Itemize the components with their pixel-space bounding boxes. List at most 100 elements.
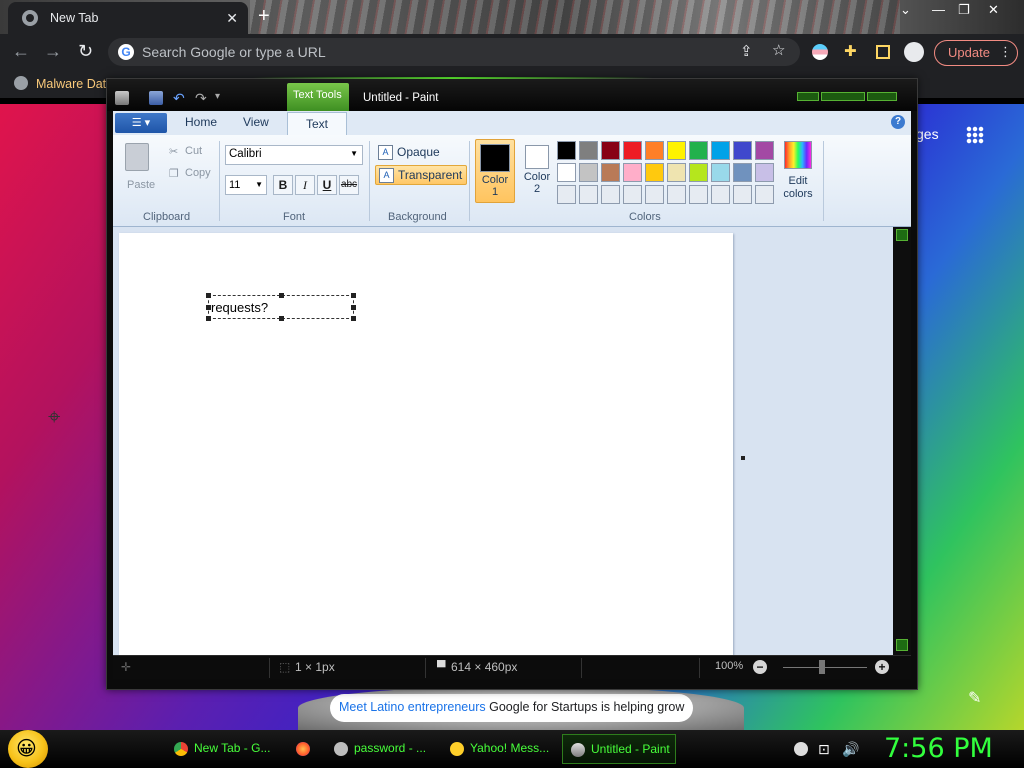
tab-home[interactable]: Home	[185, 115, 217, 129]
color1-button[interactable]: Color 1	[475, 139, 515, 203]
palette-swatch[interactable]	[579, 185, 598, 204]
palette-swatch[interactable]	[733, 185, 752, 204]
palette-swatch[interactable]	[711, 163, 730, 182]
clipboard-icon[interactable]	[125, 143, 149, 171]
promo-banner[interactable]: Meet Latino entrepreneurs Google for Sta…	[330, 694, 694, 722]
strikethrough-button[interactable]: abc	[339, 175, 359, 195]
side-panel-icon[interactable]	[876, 45, 890, 59]
palette-swatch[interactable]	[711, 185, 730, 204]
taskbar-item-password[interactable]: password - ...	[326, 734, 436, 764]
canvas-resize-handle[interactable]	[741, 456, 745, 460]
maximize-button[interactable]: ❐	[958, 2, 970, 18]
tab-new-tab[interactable]: New Tab ✕	[8, 2, 248, 34]
palette-swatch[interactable]	[623, 185, 642, 204]
minimize-button[interactable]: —	[932, 2, 945, 17]
palette-swatch[interactable]	[557, 163, 576, 182]
file-menu-button[interactable]: ☰ ▾	[115, 113, 167, 133]
italic-button[interactable]: I	[295, 175, 315, 195]
close-window-button[interactable]: ✕	[988, 2, 999, 18]
copy-button[interactable]: Copy	[185, 167, 211, 179]
palette-swatch[interactable]	[645, 163, 664, 182]
undo-icon[interactable]: ↶	[173, 90, 187, 106]
palette-swatch[interactable]	[623, 163, 642, 182]
customize-qat-icon[interactable]: ▾	[215, 91, 229, 105]
paste-button[interactable]: Paste	[127, 179, 155, 191]
palette-swatch[interactable]	[689, 141, 708, 160]
color2-button[interactable]: Color 2	[517, 139, 557, 203]
transparent-option[interactable]: A Transparent	[375, 165, 468, 185]
underline-button[interactable]: U	[317, 175, 337, 195]
palette-swatch[interactable]	[667, 163, 686, 182]
palette-swatch[interactable]	[733, 163, 752, 182]
resize-handle[interactable]	[351, 305, 356, 310]
promo-link[interactable]: Meet Latino entrepreneurs	[339, 700, 486, 714]
scroll-down-button[interactable]	[896, 639, 908, 651]
font-family-select[interactable]: Calibri ▼	[225, 145, 363, 165]
taskbar-item-paint[interactable]: Untitled - Paint	[562, 734, 676, 764]
taskbar-item-chrome[interactable]: New Tab - G...	[166, 734, 276, 764]
font-size-select[interactable]: 11 ▼	[225, 175, 267, 195]
palette-swatch[interactable]	[711, 141, 730, 160]
palette-swatch[interactable]	[645, 141, 664, 160]
palette-swatch[interactable]	[557, 141, 576, 160]
close-button[interactable]	[867, 92, 897, 101]
share-icon[interactable]: ⇪	[740, 44, 753, 59]
bold-button[interactable]: B	[273, 175, 293, 195]
taskbar-item-firefox[interactable]	[288, 734, 320, 764]
google-apps-icon[interactable]	[966, 126, 984, 144]
bookmark-item[interactable]: Malware Dat	[14, 76, 106, 91]
resize-handle[interactable]	[279, 293, 284, 298]
reload-icon[interactable]: ↻	[78, 42, 93, 60]
palette-swatch[interactable]	[579, 163, 598, 182]
resize-handle[interactable]	[206, 316, 211, 321]
palette-swatch[interactable]	[645, 185, 664, 204]
tray-minus-icon[interactable]	[794, 742, 808, 756]
resize-handle[interactable]	[351, 316, 356, 321]
palette-swatch[interactable]	[601, 163, 620, 182]
palette-swatch[interactable]	[689, 185, 708, 204]
palette-swatch[interactable]	[579, 141, 598, 160]
palette-swatch[interactable]	[755, 185, 774, 204]
images-link[interactable]: ges	[916, 126, 939, 142]
paint-app-icon[interactable]	[115, 91, 129, 105]
palette-swatch[interactable]	[755, 163, 774, 182]
palette-swatch[interactable]	[601, 141, 620, 160]
palette-swatch[interactable]	[667, 185, 686, 204]
volume-icon[interactable]: 🔊	[842, 742, 859, 756]
palette-swatch[interactable]	[623, 141, 642, 160]
zoom-slider-track[interactable]	[783, 667, 867, 668]
scroll-up-button[interactable]	[896, 229, 908, 241]
palette-swatch[interactable]	[667, 141, 686, 160]
zoom-in-button[interactable]: +	[875, 660, 889, 674]
tab-text[interactable]: Text	[287, 112, 347, 136]
clock[interactable]: 7:56 PM	[884, 733, 993, 764]
minimize-button[interactable]	[797, 92, 819, 101]
tab-search-icon[interactable]: ⌄	[900, 2, 911, 18]
opaque-option[interactable]: A Opaque	[375, 143, 444, 163]
drawing-canvas[interactable]: requests?	[119, 233, 733, 655]
palette-swatch[interactable]	[689, 163, 708, 182]
resize-handle[interactable]	[206, 293, 211, 298]
more-menu-icon[interactable]: ⋮	[999, 44, 1012, 60]
resize-handle[interactable]	[351, 293, 356, 298]
save-icon[interactable]	[149, 91, 163, 105]
palette-swatch[interactable]	[755, 141, 774, 160]
avatar[interactable]	[904, 42, 924, 62]
text-edit-box[interactable]: requests?	[206, 293, 356, 321]
palette-swatch[interactable]	[557, 185, 576, 204]
new-tab-button[interactable]: +	[258, 6, 270, 26]
tab-close-icon[interactable]: ✕	[226, 10, 238, 27]
help-icon[interactable]: ?	[891, 115, 905, 129]
palette-swatch[interactable]	[601, 185, 620, 204]
profile-extension-icon[interactable]	[812, 44, 828, 60]
resize-handle[interactable]	[279, 316, 284, 321]
zoom-slider-thumb[interactable]	[819, 660, 825, 674]
redo-icon[interactable]: ↷	[195, 90, 209, 106]
palette-swatch[interactable]	[733, 141, 752, 160]
customize-pencil-icon[interactable]: ✎	[968, 688, 981, 708]
address-bar[interactable]: G Search Google or type a URL ⇪ ☆	[108, 38, 800, 66]
forward-arrow-icon[interactable]: →	[44, 42, 62, 60]
update-button[interactable]: Update ⋮	[934, 40, 1018, 66]
network-icon[interactable]: ⊡	[818, 742, 830, 756]
back-arrow-icon[interactable]: ←	[12, 42, 30, 60]
